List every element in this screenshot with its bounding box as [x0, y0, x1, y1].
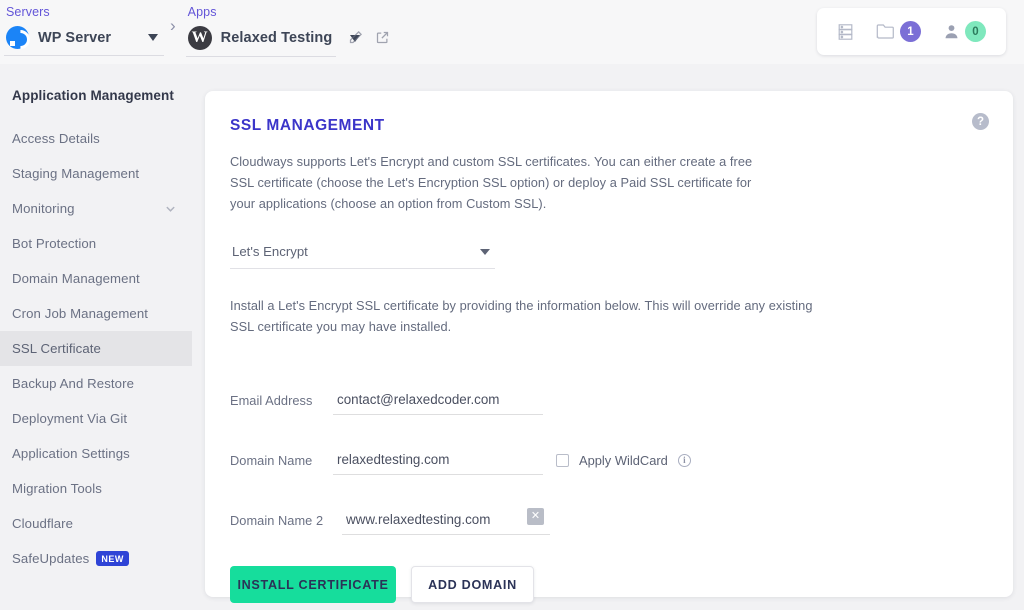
digitalocean-logo-icon — [6, 26, 29, 49]
help-icon[interactable]: ? — [972, 113, 989, 130]
apply-wildcard-checkbox[interactable] — [556, 454, 569, 467]
sidebar-item-staging-management[interactable]: Staging Management — [0, 156, 192, 191]
sidebar-item-text: Application Settings — [12, 446, 130, 461]
sidebar-item-text: SSL Certificate — [12, 341, 101, 356]
breadcrumb-apps: Apps W Relaxed Testing — [185, 0, 361, 57]
sidebar-title: Application Management — [12, 88, 174, 103]
team-count-badge: 0 — [965, 21, 986, 42]
sidebar-item-domain-management[interactable]: Domain Management — [0, 261, 192, 296]
sidebar-item-label: Application Settings — [12, 446, 130, 461]
external-link-icon[interactable] — [375, 30, 390, 45]
sidebar-item-label: Bot Protection — [12, 236, 96, 251]
new-badge: NEW — [96, 551, 129, 566]
breadcrumb-separator-icon: › — [170, 16, 176, 35]
page-title: SSL MANAGEMENT — [230, 117, 385, 134]
sidebar-item-backup-and-restore[interactable]: Backup And Restore — [0, 366, 192, 401]
sidebar-item-text: Bot Protection — [12, 236, 97, 251]
domain2-row: Domain Name 2 ✕ — [230, 487, 983, 535]
projects-button[interactable]: 1 — [876, 21, 921, 42]
domain1-label: Domain Name — [230, 453, 313, 468]
sidebar-item-list: Access Details Staging Management Monitori… — [0, 121, 192, 576]
server-selector[interactable]: WP Server — [4, 22, 164, 56]
sidebar-item-label: Domain Management — [12, 271, 140, 286]
ssl-management-card: ? SSL MANAGEMENT Cloudways supports Let'… — [205, 91, 1013, 603]
sidebar-item-text: SafeUpdates — [12, 551, 90, 566]
wildcard-group: Apply WildCard i — [556, 453, 691, 475]
domain-name-2-field[interactable] — [342, 512, 550, 535]
domain1-row: Domain Name Apply WildCard i — [230, 427, 983, 475]
info-icon[interactable]: i — [677, 454, 691, 467]
domain-name-field[interactable] — [333, 452, 543, 475]
server-name: WP Server — [38, 29, 112, 46]
app-name: Relaxed Testing — [220, 30, 333, 46]
chevron-down-icon[interactable] — [148, 34, 158, 41]
sidebar-item-label: Monitoring — [12, 201, 75, 216]
sidebar-item-text: Staging Management — [12, 166, 140, 181]
sidebar: Application Management Access Details Sta… — [0, 64, 192, 610]
folder-icon — [876, 24, 894, 39]
form-actions: INSTALL CERTIFICATE ADD DOMAIN — [230, 566, 983, 603]
sidebar-item-text: Domain Management — [12, 271, 140, 286]
ssl-form: Email Address Domain Name Apply WildCard… — [230, 367, 983, 535]
sidebar-item-label: SSL Certificate — [12, 341, 101, 356]
sidebar-item-label: Access Details — [12, 131, 100, 146]
app-selector[interactable]: W Relaxed Testing — [185, 22, 361, 57]
add-domain-button[interactable]: ADD DOMAIN — [411, 566, 534, 603]
sidebar-item-bot-protection[interactable]: Bot Protection — [0, 226, 192, 261]
sidebar-item-label: Deployment Via Git — [12, 411, 127, 426]
ssl-type-select[interactable]: Let's Encrypt — [230, 244, 495, 269]
edit-pencil-icon[interactable] — [348, 30, 363, 45]
page-description: Cloudways supports Let's Encrypt and cus… — [230, 154, 753, 211]
sidebar-item-application-settings[interactable]: Application Settings — [0, 436, 192, 471]
sidebar-item-text: Monitoring — [12, 201, 75, 216]
top-bar: Servers WP Server › Apps W Relaxed Testi… — [0, 0, 1024, 64]
sidebar-item-text: Deployment Via Git — [12, 411, 128, 426]
wordpress-logo-icon: W — [187, 26, 212, 50]
apps-label: Apps — [187, 5, 217, 19]
sidebar-item-label: SafeUpdates NEW — [12, 551, 129, 566]
sidebar-item-ssl-certificate[interactable]: SSL Certificate — [0, 331, 192, 366]
chevron-down-icon — [480, 248, 490, 255]
sidebar-item-label: Cloudflare — [12, 516, 73, 531]
sidebar-item-label: Cron Job Management — [12, 306, 148, 321]
topbar-icon-pill: 1 0 — [817, 8, 1006, 55]
sidebar-item-access-details[interactable]: Access Details — [0, 121, 192, 156]
sidebar-item-safeupdates[interactable]: SafeUpdates NEW — [0, 541, 192, 576]
install-certificate-button[interactable]: INSTALL CERTIFICATE — [230, 566, 396, 603]
sidebar-item-text: Cron Job Management — [12, 306, 149, 321]
server-list-icon — [838, 23, 853, 40]
team-button[interactable]: 0 — [943, 21, 986, 42]
projects-count-badge: 1 — [900, 21, 921, 42]
apply-wildcard-label: Apply WildCard — [579, 453, 668, 468]
sidebar-item-text: Migration Tools — [12, 481, 102, 496]
sidebar-item-text: Access Details — [12, 131, 100, 146]
sidebar-item-monitoring[interactable]: Monitoring — [0, 191, 192, 226]
server-list-button[interactable] — [837, 23, 854, 41]
ssl-type-value: Let's Encrypt — [232, 244, 308, 259]
breadcrumb-servers: Servers WP Server — [4, 0, 164, 56]
email-label: Email Address — [230, 393, 313, 408]
sidebar-item-migration-tools[interactable]: Migration Tools — [0, 471, 192, 506]
sidebar-item-cron-job-management[interactable]: Cron Job Management — [0, 296, 192, 331]
domain2-label: Domain Name 2 — [230, 513, 324, 528]
sidebar-item-text: Cloudflare — [12, 516, 74, 531]
chevron-down-icon[interactable] — [165, 203, 176, 214]
sidebar-item-label: Backup And Restore — [12, 376, 134, 391]
sidebar-item-text: Backup And Restore — [12, 376, 135, 391]
install-note: Install a Let's Encrypt SSL certificate … — [230, 298, 813, 334]
sidebar-item-label: Staging Management — [12, 166, 139, 181]
sidebar-item-label: Migration Tools — [12, 481, 102, 496]
sidebar-item-cloudflare[interactable]: Cloudflare — [0, 506, 192, 541]
servers-label: Servers — [6, 5, 50, 19]
sidebar-item-deployment-via-git[interactable]: Deployment Via Git — [0, 401, 192, 436]
email-row: Email Address — [230, 367, 983, 415]
email-field[interactable] — [333, 392, 543, 415]
user-icon — [945, 25, 958, 39]
clear-domain-2-button[interactable]: ✕ — [527, 508, 544, 525]
